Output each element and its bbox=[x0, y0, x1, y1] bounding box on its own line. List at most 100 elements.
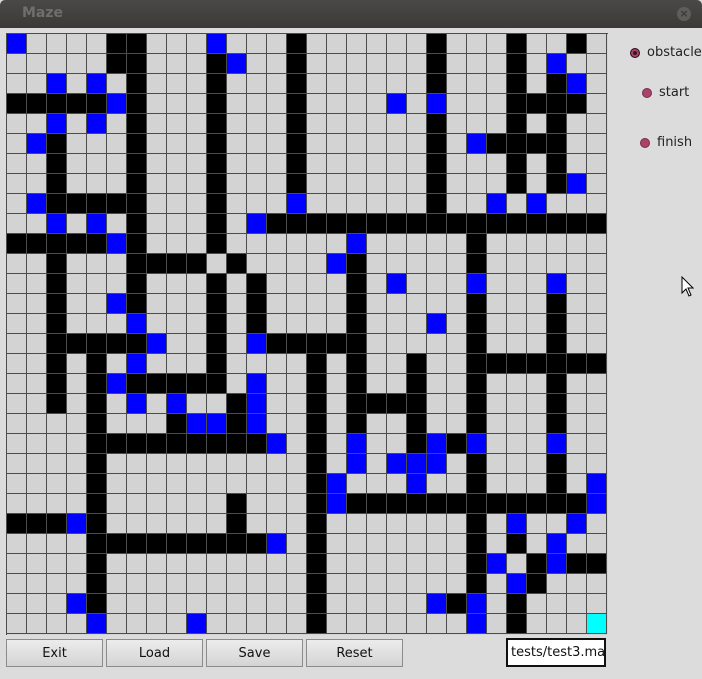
empty-cell[interactable] bbox=[327, 34, 347, 54]
empty-cell[interactable] bbox=[267, 514, 287, 534]
empty-cell[interactable] bbox=[447, 294, 467, 314]
empty-cell[interactable] bbox=[67, 274, 87, 294]
wall-cell[interactable] bbox=[467, 214, 487, 234]
empty-cell[interactable] bbox=[407, 34, 427, 54]
wall-cell[interactable] bbox=[87, 94, 107, 114]
empty-cell[interactable] bbox=[407, 94, 427, 114]
empty-cell[interactable] bbox=[547, 254, 567, 274]
empty-cell[interactable] bbox=[447, 514, 467, 534]
empty-cell[interactable] bbox=[147, 574, 167, 594]
wall-cell[interactable] bbox=[467, 574, 487, 594]
empty-cell[interactable] bbox=[327, 414, 347, 434]
empty-cell[interactable] bbox=[567, 454, 587, 474]
wall-cell[interactable] bbox=[307, 594, 327, 614]
empty-cell[interactable] bbox=[127, 414, 147, 434]
empty-cell[interactable] bbox=[7, 574, 27, 594]
empty-cell[interactable] bbox=[267, 494, 287, 514]
empty-cell[interactable] bbox=[327, 154, 347, 174]
wall-cell[interactable] bbox=[347, 314, 367, 334]
obstacle-cell[interactable] bbox=[467, 134, 487, 154]
empty-cell[interactable] bbox=[447, 314, 467, 334]
empty-cell[interactable] bbox=[587, 194, 607, 214]
empty-cell[interactable] bbox=[107, 174, 127, 194]
wall-cell[interactable] bbox=[47, 334, 67, 354]
wall-cell[interactable] bbox=[127, 34, 147, 54]
empty-cell[interactable] bbox=[527, 174, 547, 194]
empty-cell[interactable] bbox=[527, 154, 547, 174]
empty-cell[interactable] bbox=[187, 494, 207, 514]
empty-cell[interactable] bbox=[407, 54, 427, 74]
empty-cell[interactable] bbox=[127, 594, 147, 614]
wall-cell[interactable] bbox=[507, 154, 527, 174]
empty-cell[interactable] bbox=[307, 154, 327, 174]
empty-cell[interactable] bbox=[327, 434, 347, 454]
wall-cell[interactable] bbox=[347, 354, 367, 374]
wall-cell[interactable] bbox=[287, 34, 307, 54]
wall-cell[interactable] bbox=[407, 414, 427, 434]
wall-cell[interactable] bbox=[127, 434, 147, 454]
empty-cell[interactable] bbox=[587, 74, 607, 94]
empty-cell[interactable] bbox=[587, 294, 607, 314]
empty-cell[interactable] bbox=[47, 554, 67, 574]
empty-cell[interactable] bbox=[187, 574, 207, 594]
empty-cell[interactable] bbox=[527, 254, 547, 274]
obstacle-cell[interactable] bbox=[467, 274, 487, 294]
empty-cell[interactable] bbox=[107, 74, 127, 94]
wall-cell[interactable] bbox=[547, 114, 567, 134]
empty-cell[interactable] bbox=[347, 534, 367, 554]
empty-cell[interactable] bbox=[27, 154, 47, 174]
empty-cell[interactable] bbox=[187, 214, 207, 234]
empty-cell[interactable] bbox=[7, 274, 27, 294]
empty-cell[interactable] bbox=[247, 94, 267, 114]
wall-cell[interactable] bbox=[547, 474, 567, 494]
empty-cell[interactable] bbox=[207, 474, 227, 494]
wall-cell[interactable] bbox=[207, 94, 227, 114]
empty-cell[interactable] bbox=[267, 614, 287, 634]
empty-cell[interactable] bbox=[187, 194, 207, 214]
wall-cell[interactable] bbox=[507, 94, 527, 114]
empty-cell[interactable] bbox=[567, 134, 587, 154]
empty-cell[interactable] bbox=[87, 174, 107, 194]
radio-start[interactable]: start bbox=[642, 85, 689, 100]
empty-cell[interactable] bbox=[187, 394, 207, 414]
empty-cell[interactable] bbox=[187, 274, 207, 294]
empty-cell[interactable] bbox=[167, 134, 187, 154]
wall-cell[interactable] bbox=[87, 374, 107, 394]
empty-cell[interactable] bbox=[27, 74, 47, 94]
empty-cell[interactable] bbox=[267, 354, 287, 374]
empty-cell[interactable] bbox=[527, 534, 547, 554]
wall-cell[interactable] bbox=[207, 194, 227, 214]
empty-cell[interactable] bbox=[27, 374, 47, 394]
empty-cell[interactable] bbox=[487, 414, 507, 434]
empty-cell[interactable] bbox=[167, 94, 187, 114]
wall-cell[interactable] bbox=[347, 254, 367, 274]
empty-cell[interactable] bbox=[267, 234, 287, 254]
empty-cell[interactable] bbox=[187, 294, 207, 314]
empty-cell[interactable] bbox=[107, 154, 127, 174]
obstacle-cell[interactable] bbox=[587, 494, 607, 514]
wall-cell[interactable] bbox=[87, 334, 107, 354]
empty-cell[interactable] bbox=[247, 234, 267, 254]
wall-cell[interactable] bbox=[467, 494, 487, 514]
wall-cell[interactable] bbox=[87, 194, 107, 214]
empty-cell[interactable] bbox=[167, 494, 187, 514]
wall-cell[interactable] bbox=[507, 534, 527, 554]
exit-button[interactable]: Exit bbox=[6, 639, 103, 667]
empty-cell[interactable] bbox=[347, 514, 367, 534]
empty-cell[interactable] bbox=[247, 494, 267, 514]
empty-cell[interactable] bbox=[367, 294, 387, 314]
wall-cell[interactable] bbox=[47, 194, 67, 214]
wall-cell[interactable] bbox=[307, 494, 327, 514]
wall-cell[interactable] bbox=[127, 54, 147, 74]
empty-cell[interactable] bbox=[447, 174, 467, 194]
empty-cell[interactable] bbox=[327, 534, 347, 554]
empty-cell[interactable] bbox=[387, 474, 407, 494]
wall-cell[interactable] bbox=[7, 234, 27, 254]
empty-cell[interactable] bbox=[287, 434, 307, 454]
empty-cell[interactable] bbox=[387, 254, 407, 274]
empty-cell[interactable] bbox=[287, 574, 307, 594]
empty-cell[interactable] bbox=[247, 114, 267, 134]
empty-cell[interactable] bbox=[367, 454, 387, 474]
empty-cell[interactable] bbox=[267, 74, 287, 94]
wall-cell[interactable] bbox=[367, 214, 387, 234]
